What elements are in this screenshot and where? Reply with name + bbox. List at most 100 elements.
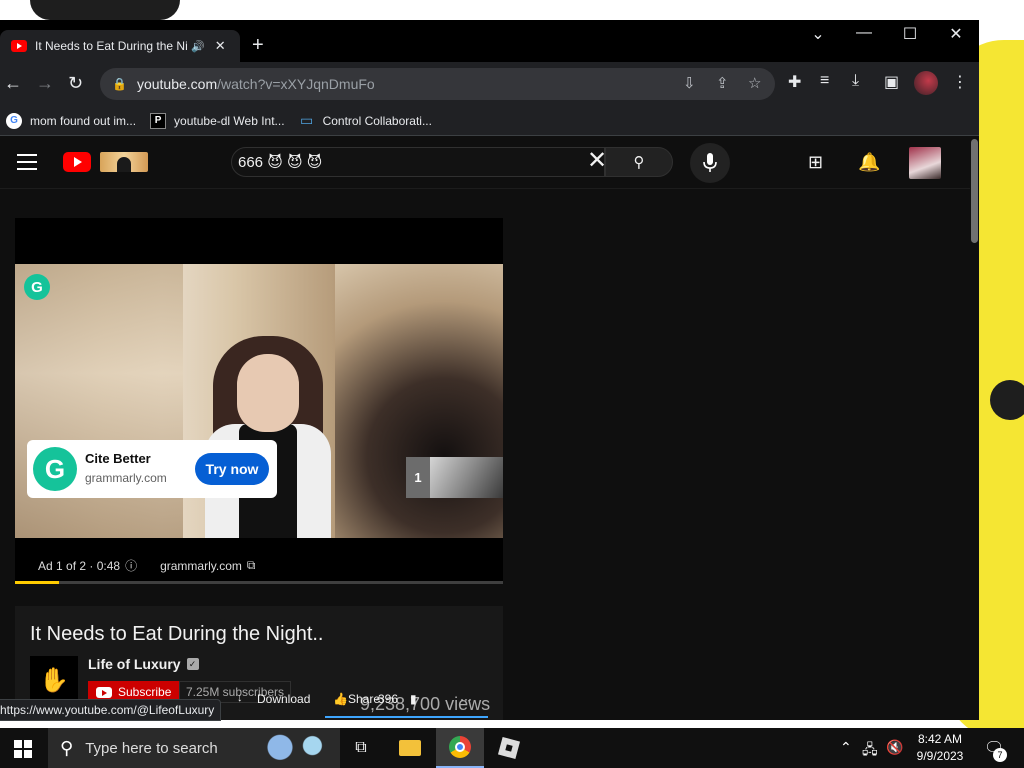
try-now-button[interactable]: Try now	[195, 453, 269, 485]
microphone-icon	[703, 153, 717, 172]
new-tab-button[interactable]: +	[252, 35, 264, 55]
channel-name-link[interactable]: Life of Luxury ✓	[88, 656, 199, 672]
advertiser-link[interactable]: grammarly.com	[160, 559, 242, 573]
share-button[interactable]: Share	[348, 692, 380, 706]
page-scrollbar[interactable]	[970, 137, 979, 720]
desktop-wallpaper-spot	[30, 0, 180, 20]
browser-tab[interactable]: It Needs to Eat During the Night.. 🔊 ✕	[0, 30, 240, 62]
bookmark-label: Control Collaborati...	[322, 113, 432, 128]
forward-button[interactable]: →	[36, 72, 54, 94]
bookmark-item[interactable]: P youtube-dl Web Int...	[150, 112, 285, 129]
install-app-icon[interactable]: ⇩	[683, 74, 696, 92]
search-icon: ⚲	[633, 154, 645, 171]
status-url-text: https://www.youtube.com/@LifeofLuxury	[0, 703, 215, 717]
more-actions-icon[interactable]: ···	[460, 692, 472, 706]
search-highlight-jellyfish-icon[interactable]	[262, 732, 334, 766]
thumbs-up-icon[interactable]: 👍	[333, 692, 348, 706]
ad-info-bar: Ad 1 of 2 · 0:48 ⓘ grammarly.com ⧉	[38, 557, 260, 574]
roblox-taskbar-button[interactable]	[485, 728, 533, 768]
ad-domain: grammarly.com	[85, 471, 167, 485]
ad-progress-fill	[15, 581, 59, 584]
download-icon[interactable]: ↓	[237, 692, 243, 704]
back-button[interactable]: ←	[4, 72, 22, 94]
video-person-face	[237, 354, 299, 432]
share-icon[interactable]: ⇪	[716, 74, 729, 92]
youtube-favicon-icon	[11, 40, 27, 52]
bookmark-item[interactable]: ▭ Control Collaborati...	[299, 112, 432, 129]
maximize-button[interactable]: ☐	[887, 24, 933, 44]
search-query: 666 😈 😈 😈	[238, 154, 323, 171]
grammarly-logo-icon: G	[33, 447, 77, 491]
minimize-button[interactable]: —	[841, 24, 887, 42]
windows-taskbar: ⚲ Type here to search ⧉ ⌃ 🖧 🔇 8:42 AM 9/…	[0, 728, 1024, 768]
info-icon[interactable]: ⓘ	[125, 557, 137, 574]
like-count: 396	[378, 692, 399, 706]
grammarly-badge-icon[interactable]: G	[24, 274, 50, 300]
subscribe-label: Subscribe	[118, 685, 172, 699]
close-window-button[interactable]: ✕	[933, 24, 979, 44]
reload-button[interactable]: ↻	[68, 72, 83, 94]
side-panel-icon[interactable]: ▣	[884, 72, 899, 92]
up-next-thumbnail[interactable]: 1	[406, 457, 503, 498]
folder-icon	[399, 740, 421, 756]
search-icon: ⚲	[60, 737, 74, 758]
channel-name: Life of Luxury	[88, 656, 181, 672]
file-explorer-button[interactable]	[386, 728, 434, 768]
views-underline	[325, 716, 488, 718]
close-tab-icon[interactable]: ✕	[215, 38, 226, 54]
youtube-doodle[interactable]	[100, 152, 148, 172]
monitor-icon: ▭	[299, 112, 314, 128]
account-avatar[interactable]	[909, 147, 941, 179]
video-title: It Needs to Eat During the Night..	[30, 623, 324, 645]
network-icon[interactable]: 🖧	[862, 739, 878, 763]
external-link-icon: ⧉	[246, 558, 256, 572]
youtube-logo-icon	[96, 686, 112, 698]
hamburger-menu-icon[interactable]	[17, 154, 37, 170]
notifications-bell-icon[interactable]: 🔔	[858, 152, 880, 173]
video-player[interactable]: G G Cite Better grammarly.com Try now 1 …	[15, 218, 503, 584]
browser-toolbar: ← → ↻ 🔒 youtube.com /watch?v=xXYJqnDmuFo…	[0, 62, 979, 106]
google-icon: G	[6, 112, 22, 129]
bookmark-label: mom found out im...	[30, 113, 137, 128]
chrome-window: It Needs to Eat During the Night.. 🔊 ✕ +…	[0, 20, 979, 720]
ad-title: Cite Better	[85, 451, 151, 466]
up-next-number: 1	[406, 457, 430, 498]
chrome-taskbar-button[interactable]	[436, 728, 484, 768]
downloads-icon[interactable]: ⤓	[852, 72, 859, 90]
profile-avatar[interactable]	[914, 71, 938, 95]
title-bar: It Needs to Eat During the Night.. 🔊 ✕ +…	[0, 20, 979, 62]
youtube-logo-icon[interactable]	[63, 152, 91, 172]
verified-badge-icon: ✓	[186, 658, 199, 670]
microphone-button[interactable]	[690, 143, 730, 183]
menu-kebab-icon[interactable]: ⋮	[952, 72, 968, 92]
create-video-icon[interactable]: ⊞	[808, 152, 823, 173]
address-bar[interactable]: 🔒 youtube.com /watch?v=xXYJqnDmuFo ⇩ ⇪ ☆	[100, 68, 775, 100]
task-view-icon[interactable]: ⧉	[337, 728, 385, 768]
ad-progress-bar[interactable]	[15, 581, 503, 584]
tab-search-icon[interactable]: ⌄	[795, 24, 841, 44]
url-host: youtube.com	[136, 76, 218, 92]
volume-muted-icon[interactable]: 🔇	[886, 739, 903, 756]
youtube-page: 666 😈 😈 😈 ✕ ⚲ ⊞ 🔔 G G Cite Better gramma…	[0, 137, 979, 720]
ad-video-frame[interactable]: G G Cite Better grammarly.com Try now 1	[15, 264, 503, 538]
download-button[interactable]: Download	[257, 692, 310, 706]
notification-count-badge: 7	[993, 748, 1007, 762]
taskbar-search-placeholder: Type here to search	[85, 739, 218, 757]
extensions-puzzle-icon[interactable]: ✚	[788, 72, 801, 92]
lock-icon[interactable]: 🔒	[112, 77, 127, 91]
windows-start-icon[interactable]	[14, 740, 32, 758]
system-clock[interactable]: 8:42 AM 9/9/2023	[912, 731, 968, 765]
show-hidden-icons-chevron-icon[interactable]: ⌃	[840, 739, 852, 756]
bookmark-star-icon[interactable]: ☆	[748, 74, 761, 92]
scrollbar-thumb[interactable]	[971, 139, 978, 243]
media-control-icon[interactable]: ≡	[820, 72, 829, 90]
bookmark-item[interactable]: G mom found out im...	[6, 112, 137, 129]
search-input[interactable]: 666 😈 😈 😈	[231, 147, 605, 177]
clock-time: 8:42 AM	[917, 732, 963, 746]
channel-avatar[interactable]: ✋	[30, 656, 78, 704]
thumbs-down-icon[interactable]: ▮	[410, 692, 417, 706]
speaker-icon[interactable]: 🔊	[191, 40, 205, 53]
ad-overlay-card[interactable]: G Cite Better grammarly.com Try now	[27, 440, 277, 498]
search-button[interactable]: ⚲	[605, 147, 673, 177]
roblox-icon	[497, 736, 521, 760]
